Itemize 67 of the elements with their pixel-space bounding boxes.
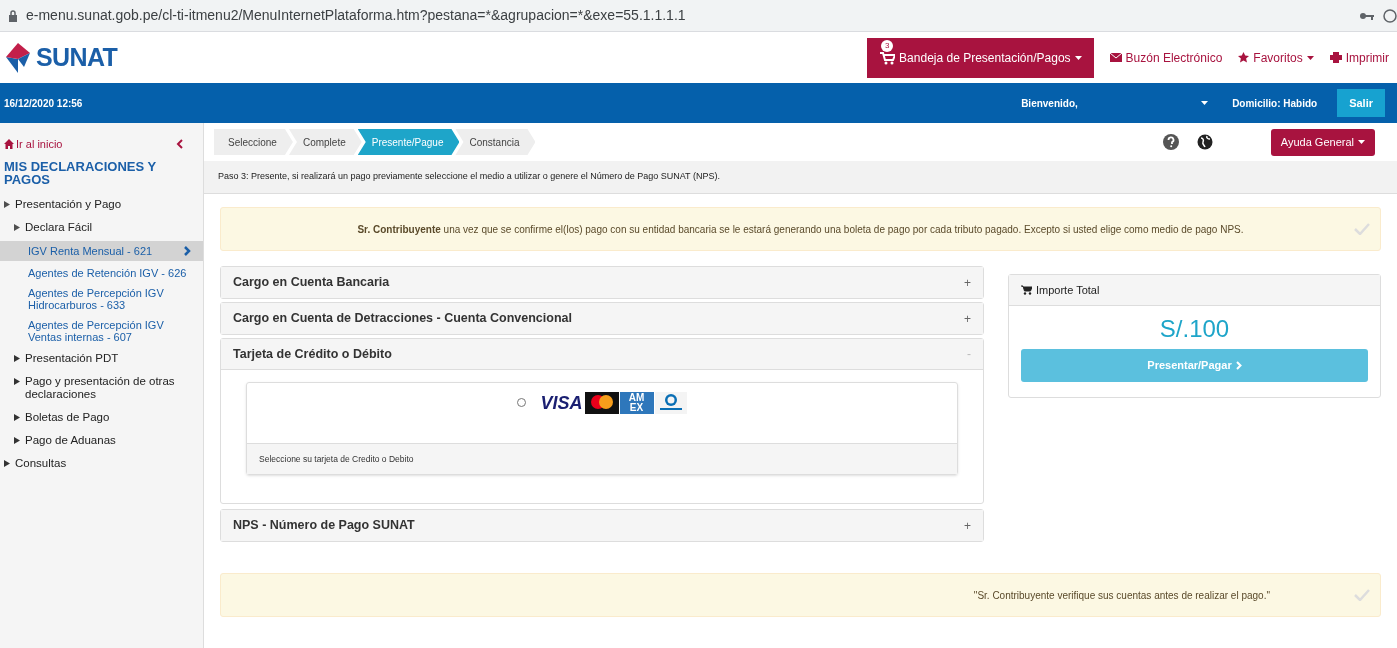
radio-button[interactable] bbox=[517, 398, 527, 407]
tree-item[interactable]: Pago de Aduanas bbox=[0, 429, 203, 452]
tree-item[interactable]: Presentación PDT bbox=[0, 347, 203, 370]
total-amount: S/.100 bbox=[1158, 315, 1231, 343]
date-time: 16/12/2020 12:56 bbox=[3, 96, 84, 111]
tree-link[interactable]: IGV Renta Mensual - 621 bbox=[0, 241, 203, 261]
tree-link[interactable]: Agentes de Percepción IGV Hidrocarburos - 633 bbox=[0, 283, 203, 315]
triangle-icon bbox=[14, 414, 21, 421]
card-logo: AM EX bbox=[619, 392, 654, 414]
cart-icon bbox=[1021, 285, 1032, 295]
count-badge: 3 bbox=[881, 39, 894, 52]
triangle-icon bbox=[14, 437, 21, 444]
logo-icon bbox=[4, 40, 32, 75]
check-icon bbox=[1354, 223, 1370, 235]
wizard-step[interactable]: Seleccione bbox=[214, 129, 293, 155]
caret-icon bbox=[1358, 140, 1365, 144]
tree-item[interactable]: Pago y presentación de otras declaraciones bbox=[0, 370, 203, 406]
triangle-icon bbox=[14, 355, 21, 362]
tree-item[interactable]: Declara Fácil bbox=[0, 216, 203, 239]
logo-text: SUNAT bbox=[36, 41, 118, 73]
card-logo: VISA bbox=[539, 392, 584, 414]
tree-item[interactable]: Boletas de Pago bbox=[0, 406, 203, 429]
key-icon bbox=[1359, 10, 1375, 21]
chevron-left-icon bbox=[176, 139, 183, 149]
house-icon bbox=[4, 139, 14, 149]
home-link[interactable]: Ir al inicio bbox=[4, 135, 176, 153]
panel-title: Importe Total bbox=[1036, 282, 1100, 298]
accordion-header[interactable]: Tarjeta de Crédito o Débito - bbox=[221, 339, 983, 370]
help-icon bbox=[1162, 134, 1179, 150]
check-icon bbox=[1354, 589, 1370, 601]
tray-button[interactable]: 3 Bandeja de Presentación/Pagos bbox=[867, 37, 1094, 78]
caret-icon bbox=[1306, 55, 1314, 60]
tree-link[interactable]: Agentes de Percepción IGV Ventas internas - 607 bbox=[0, 315, 203, 347]
card-logo-icon bbox=[654, 392, 687, 414]
wizard-step[interactable]: Complete bbox=[288, 129, 362, 155]
caret-icon bbox=[1201, 101, 1209, 105]
toggle-sign[interactable]: + bbox=[964, 516, 971, 535]
nav-link[interactable]: Favoritos bbox=[1230, 48, 1322, 67]
accordion-header[interactable]: Cargo en Cuenta de Detracciones - Cuenta Convencional + bbox=[221, 303, 983, 334]
wizard-step[interactable]: Constancia bbox=[455, 129, 536, 155]
tree-item[interactable]: Consultas bbox=[0, 452, 203, 475]
toggle-sign[interactable]: + bbox=[964, 309, 971, 328]
tree-link[interactable]: Agentes de Retención IGV - 626 bbox=[0, 263, 203, 283]
card-hint: Seleccione su tarjeta de Credito o Debito bbox=[247, 443, 957, 474]
help-button[interactable]: Ayuda General bbox=[1270, 128, 1375, 156]
accordion-header[interactable]: NPS - Número de Pago SUNAT + bbox=[221, 510, 983, 541]
envelope-icon bbox=[1109, 53, 1122, 62]
accordion-header[interactable]: Cargo en Cuenta Bancaria + bbox=[221, 267, 983, 298]
card-logo-icon bbox=[584, 392, 619, 414]
chevron-right-icon bbox=[184, 246, 191, 256]
star-icon bbox=[1238, 52, 1250, 63]
caret-icon bbox=[1074, 55, 1082, 60]
domicile-status: Domicilio: Habido bbox=[1232, 96, 1318, 111]
lock-icon bbox=[8, 9, 18, 22]
chevron-right-icon bbox=[1235, 361, 1242, 370]
toggle-sign[interactable]: + bbox=[964, 273, 971, 292]
step-instructions: Paso 3: Presente, si realizará un pago previamente seleccione el medio a utilizar o genere el Número de Pago SUNAT (NPS). bbox=[204, 161, 1397, 194]
triangle-icon bbox=[14, 378, 21, 385]
sidebar-title: MIS DECLARACIONES Y PAGOS bbox=[3, 160, 157, 186]
cart-icon bbox=[879, 50, 896, 65]
triangle-icon bbox=[4, 460, 11, 467]
nav-link[interactable]: Buzón Electrónico bbox=[1101, 48, 1231, 67]
alert-message: Sr. Contribuyente una vez que se confirme el(los) pago con su entidad bancaria se le estará generando una boleta de pago por cada tributo pagado. Excepto si usted elige como medio de pago NPS. bbox=[357, 222, 1244, 237]
warning-message: "Sr. Contribuyente verifique sus cuentas antes de realizar el pago." bbox=[973, 588, 1270, 603]
welcome-text: Bienvenido, bbox=[1021, 96, 1079, 111]
nav-link[interactable]: Imprimir bbox=[1321, 48, 1397, 67]
tree-item[interactable]: Presentación y Pago bbox=[0, 193, 203, 216]
